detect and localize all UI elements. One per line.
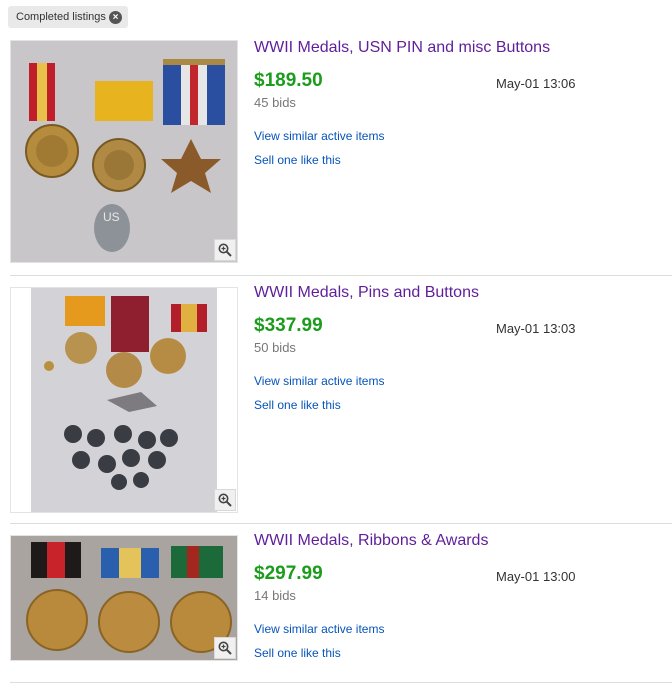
medals-photo <box>11 536 237 660</box>
completed-listings-filter-chip[interactable]: Completed listings × <box>8 6 128 28</box>
sell-one-link[interactable]: Sell one like this <box>254 646 341 660</box>
bid-count: 50 bids <box>254 340 296 355</box>
view-similar-link[interactable]: View similar active items <box>254 129 384 143</box>
listing-divider <box>10 682 672 683</box>
zoom-in-icon[interactable] <box>214 489 236 511</box>
end-date: May-01 13:03 <box>496 321 576 336</box>
listing-divider <box>10 275 672 276</box>
medals-photo <box>31 288 217 512</box>
view-similar-link[interactable]: View similar active items <box>254 374 384 388</box>
listing-price: $297.99 <box>254 563 323 584</box>
listing-price: $189.50 <box>254 70 323 91</box>
zoom-in-icon[interactable] <box>214 637 236 659</box>
end-date: May-01 13:06 <box>496 76 576 91</box>
svg-text:US: US <box>103 210 120 224</box>
listing-thumbnail[interactable] <box>10 535 238 661</box>
listing-thumbnail[interactable]: US <box>10 40 238 263</box>
listing-divider <box>10 523 672 524</box>
listing-title-link[interactable]: WWII Medals, Ribbons & Awards <box>254 532 488 550</box>
end-date: May-01 13:00 <box>496 569 576 584</box>
listing-thumbnail[interactable] <box>10 287 238 513</box>
listing-price: $337.99 <box>254 315 323 336</box>
medals-photo: US <box>11 41 237 262</box>
listing-title-link[interactable]: WWII Medals, USN PIN and misc Buttons <box>254 39 550 57</box>
filter-chip-label: Completed listings <box>16 11 106 23</box>
bid-count: 14 bids <box>254 588 296 603</box>
sell-one-link[interactable]: Sell one like this <box>254 153 341 167</box>
sell-one-link[interactable]: Sell one like this <box>254 398 341 412</box>
listing-title-link[interactable]: WWII Medals, Pins and Buttons <box>254 284 479 302</box>
close-icon[interactable]: × <box>109 10 122 24</box>
zoom-in-icon[interactable] <box>214 239 236 261</box>
view-similar-link[interactable]: View similar active items <box>254 622 384 636</box>
bid-count: 45 bids <box>254 95 296 110</box>
